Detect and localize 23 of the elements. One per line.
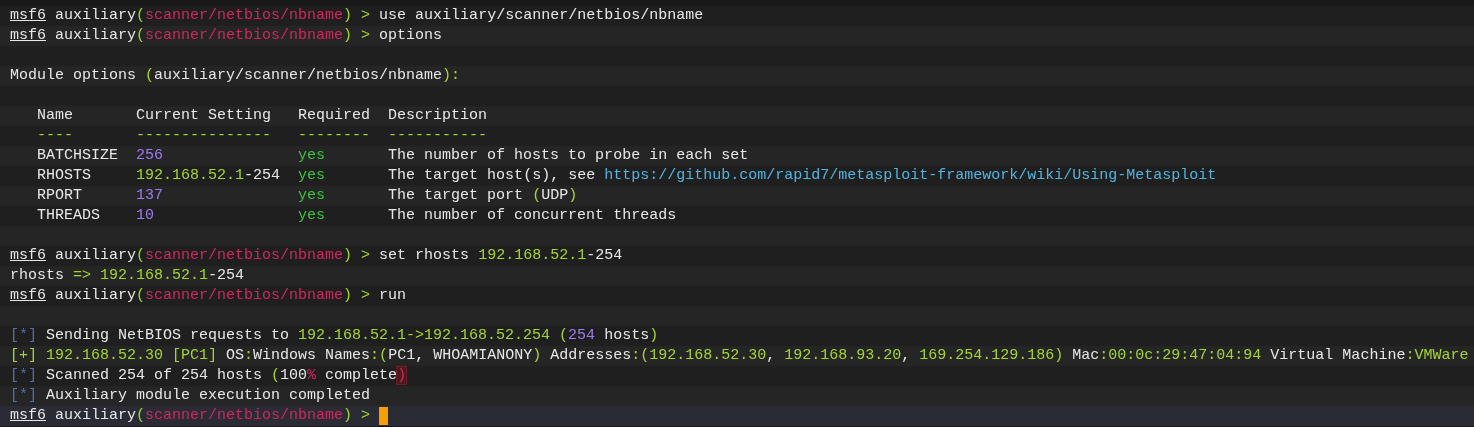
terminal-text: RHOSTS bbox=[36, 166, 92, 186]
terminal-text: yes bbox=[298, 166, 326, 186]
terminal-line: BATCHSIZE 256 yes The number of hosts to probe in each set bbox=[36, 146, 749, 166]
prompt-text: msf6 auxiliary(scanner/netbios/nbname) > bbox=[10, 406, 372, 426]
terminal-line: [*] Scanned 254 of 254 hosts (100% complete) bbox=[10, 366, 407, 386]
terminal-line: msf6 auxiliary(scanner/netbios/nbname) > use auxiliary/scanner/netbios/nbname bbox=[10, 6, 704, 26]
text-cursor bbox=[379, 407, 389, 425]
terminal-line: msf6 auxiliary(scanner/netbios/nbname) > run bbox=[10, 286, 407, 306]
terminal-line: Module options (auxiliary/scanner/netbios/nbname): bbox=[10, 66, 461, 86]
terminal-line: ---- --------------- -------- ----------- bbox=[36, 126, 488, 146]
link[interactable]: https://github.com/rapid7/metasploit-framework/wiki/Using-Metasploit bbox=[604, 166, 1217, 186]
terminal-line: rhosts => 192.168.52.1-254 bbox=[10, 266, 245, 286]
terminal-line: msf6 auxiliary(scanner/netbios/nbname) > set rhosts 192.168.52.1-254 bbox=[10, 246, 623, 266]
terminal-text: -254 bbox=[244, 166, 282, 186]
terminal-line: [*] Sending NetBIOS requests to 192.168.52.1->192.168.52.254 (254 hosts) bbox=[10, 326, 659, 346]
terminal-line: [*] Auxiliary module execution completed bbox=[10, 386, 371, 406]
terminal-line: Name Current Setting Required Description bbox=[36, 106, 488, 126]
terminal-text: The target host(s), see bbox=[387, 166, 597, 186]
terminal-line: msf6 auxiliary(scanner/netbios/nbname) > options bbox=[10, 26, 443, 46]
terminal-line: RPORT 137 yes The target port (UDP) bbox=[36, 186, 578, 206]
terminal-text: 192.168.52.1 bbox=[136, 166, 245, 186]
terminal-line: [+] 192.168.52.30 [PC1] OS:Windows Names:(PC1, WHOAMIANONY) Addresses:(192.168.52.30, 192.168.93.20, 169.254.129.186) Mac:00:0c:29:47:04:94 Virtual Machine:VMWare bbox=[10, 346, 1469, 366]
terminal-line: THREADS 10 yes The number of concurrent threads bbox=[36, 206, 677, 226]
